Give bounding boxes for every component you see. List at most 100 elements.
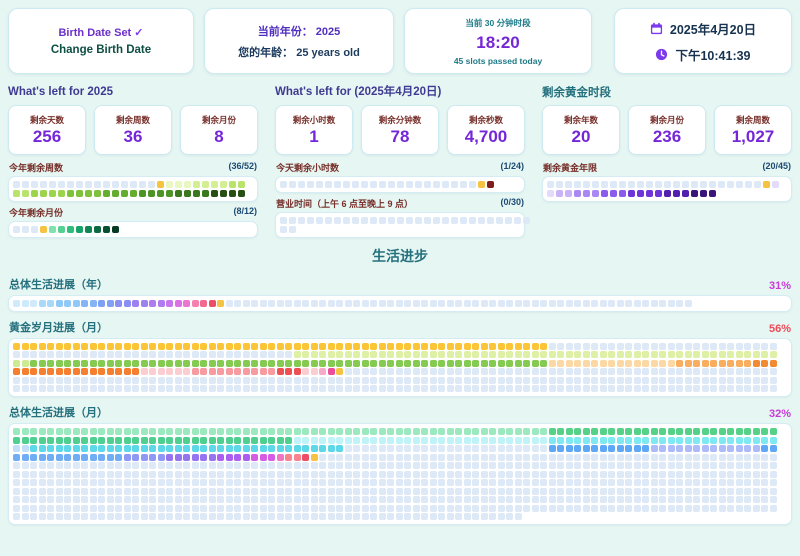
square [540, 377, 547, 384]
square [192, 496, 199, 503]
square [30, 505, 37, 512]
square [132, 488, 139, 495]
square [316, 181, 323, 188]
hours-remaining-grid [275, 176, 525, 193]
square [49, 190, 56, 197]
square [566, 488, 573, 495]
square [676, 437, 683, 444]
square [328, 496, 335, 503]
square [498, 368, 505, 375]
square [361, 181, 368, 188]
square [549, 351, 556, 358]
square [166, 368, 173, 375]
square [379, 513, 386, 520]
square [336, 445, 343, 452]
square [668, 377, 675, 384]
golden-months-head: 黄金岁月进展（月） 56% [9, 319, 791, 335]
square [30, 513, 37, 520]
square [81, 488, 88, 495]
square [124, 368, 131, 375]
square [472, 428, 479, 435]
square [47, 471, 54, 478]
square [659, 479, 666, 486]
square [753, 505, 760, 512]
square [40, 226, 47, 233]
square [557, 437, 564, 444]
square [353, 454, 360, 461]
square [481, 496, 488, 503]
square [370, 445, 377, 452]
square [30, 428, 37, 435]
square [200, 445, 207, 452]
square [540, 462, 547, 469]
square [353, 385, 360, 392]
square [668, 462, 675, 469]
countdown-columns: What's left for 2025 剩余天数 256 剩余周数 36 剩余… [8, 86, 792, 238]
square [523, 385, 530, 392]
square [591, 479, 598, 486]
square [659, 488, 666, 495]
square [549, 488, 556, 495]
square [693, 351, 700, 358]
square [736, 505, 743, 512]
square [141, 385, 148, 392]
square [319, 428, 326, 435]
square [158, 385, 165, 392]
square [676, 479, 683, 486]
square [608, 351, 615, 358]
square [362, 513, 369, 520]
square [744, 505, 751, 512]
square [362, 496, 369, 503]
square [260, 300, 267, 307]
square [438, 377, 445, 384]
square [166, 437, 173, 444]
square [685, 454, 692, 461]
square [515, 505, 522, 512]
square [600, 368, 607, 375]
square [761, 479, 768, 486]
square [556, 190, 563, 197]
check-icon: ✓ [134, 27, 143, 39]
square [175, 505, 182, 512]
overall-years-label: 总体生活进展（年） [9, 276, 108, 292]
square [515, 351, 522, 358]
square [183, 471, 190, 478]
square [30, 437, 37, 444]
square [217, 428, 224, 435]
square [202, 190, 209, 197]
square [455, 462, 462, 469]
square [447, 471, 454, 478]
months-bar-count: (8/12) [233, 206, 257, 219]
square [761, 343, 768, 350]
square [130, 190, 137, 197]
stat-value: 1 [309, 128, 318, 145]
square [200, 377, 207, 384]
square [642, 300, 649, 307]
square [702, 479, 709, 486]
square [234, 377, 241, 384]
section-header-day: What's left for (2025年4月20日) [275, 86, 525, 99]
square [115, 368, 122, 375]
square [438, 428, 445, 435]
square [73, 462, 80, 469]
square [73, 479, 80, 486]
square [64, 437, 71, 444]
square [727, 428, 734, 435]
square [438, 300, 445, 307]
square [277, 479, 284, 486]
square [379, 445, 386, 452]
square [617, 488, 624, 495]
square [421, 343, 428, 350]
square [506, 471, 513, 478]
square [676, 454, 683, 461]
overall-months-head: 总体生活进展（月） 32% [9, 404, 791, 420]
square [192, 428, 199, 435]
square [387, 351, 394, 358]
square [540, 479, 547, 486]
change-birth-date-button[interactable]: Change Birth Date [51, 44, 151, 56]
square [489, 462, 496, 469]
square [311, 445, 318, 452]
square [498, 300, 505, 307]
square [642, 445, 649, 452]
square [396, 428, 403, 435]
